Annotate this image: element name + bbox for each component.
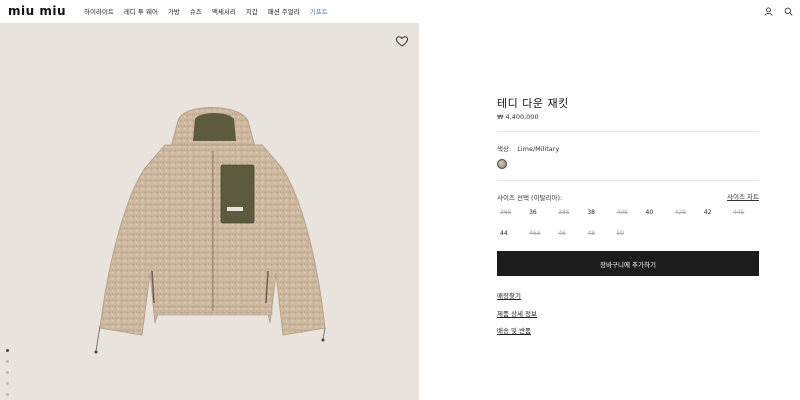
wishlist-heart-icon[interactable]: [395, 33, 409, 47]
product-image: [94, 107, 326, 354]
size-option[interactable]: 40: [643, 209, 672, 216]
size-options: 36S 36 38S 38 40S 40 42S 42 44S 44 46S 4…: [497, 209, 759, 237]
color-swatch[interactable]: [497, 159, 507, 169]
size-option[interactable]: 44: [497, 230, 526, 237]
size-option[interactable]: 38S: [555, 209, 584, 216]
color-row: 색상: Lime/Military: [497, 143, 559, 153]
add-to-cart-button[interactable]: 장바구니에 추가하기: [497, 251, 759, 276]
header-icons: [762, 5, 794, 17]
main-nav: 하이라이트 레디 투 웨어 가방 슈즈 액세서리 지갑 패션 주얼리 기프트: [84, 6, 338, 16]
size-option[interactable]: 46: [555, 230, 584, 237]
size-option[interactable]: 48: [584, 230, 613, 237]
nav-item-highlights[interactable]: 하이라이트: [84, 6, 114, 16]
product-image-gallery[interactable]: [0, 23, 419, 400]
nav-item-bags[interactable]: 가방: [168, 6, 180, 16]
size-option[interactable]: 40S: [613, 209, 642, 216]
shipping-returns-link[interactable]: 배송 및 반품: [497, 325, 531, 335]
size-option[interactable]: 46S: [526, 230, 555, 237]
brand-logo[interactable]: miu miu: [8, 4, 66, 18]
product-details: 테디 다운 재킷 ₩ 4,400,000 색상: Lime/Military 사…: [497, 23, 759, 400]
search-icon[interactable]: [782, 5, 794, 17]
gallery-dot-2[interactable]: [6, 360, 9, 363]
nav-item-ready-to-wear[interactable]: 레디 투 웨어: [124, 6, 158, 16]
gallery-dot-4[interactable]: [6, 382, 9, 385]
gallery-pagination: [6, 349, 9, 396]
product-title: 테디 다운 재킷: [497, 97, 569, 110]
gallery-dot-3[interactable]: [6, 371, 9, 374]
color-value: Lime/Military: [517, 145, 560, 153]
size-chart-link[interactable]: 사이즈 차트: [727, 191, 759, 201]
size-option[interactable]: 50: [613, 230, 642, 237]
size-option[interactable]: 38: [584, 209, 613, 216]
size-option[interactable]: 42S: [672, 209, 701, 216]
nav-item-fashion-jewelry[interactable]: 패션 주얼리: [268, 6, 300, 16]
site-header: miu miu 하이라이트 레디 투 웨어 가방 슈즈 액세서리 지갑 패션 주…: [0, 0, 800, 23]
divider: [497, 180, 759, 181]
size-option[interactable]: 36: [526, 209, 555, 216]
size-option[interactable]: 42: [701, 209, 730, 216]
divider: [497, 131, 759, 132]
product-details-link[interactable]: 제품 상세 정보: [497, 308, 537, 318]
nav-item-shoes[interactable]: 슈즈: [190, 6, 202, 16]
size-option[interactable]: 44S: [730, 209, 759, 216]
size-select-label: 사이즈 선택 (이탈리아):: [497, 194, 563, 202]
color-label: 색상:: [497, 145, 512, 153]
product-price: ₩ 4,400,000: [497, 113, 539, 121]
gallery-dot-5[interactable]: [6, 393, 9, 396]
store-locator-link[interactable]: 매장찾기: [497, 290, 521, 300]
nav-item-accessories[interactable]: 액세서리: [212, 6, 236, 16]
nav-item-wallets[interactable]: 지갑: [246, 6, 258, 16]
size-option[interactable]: 36S: [497, 209, 526, 216]
user-icon[interactable]: [762, 5, 774, 17]
nav-item-gifts[interactable]: 기프트: [310, 6, 328, 16]
gallery-dot-1[interactable]: [6, 349, 9, 352]
